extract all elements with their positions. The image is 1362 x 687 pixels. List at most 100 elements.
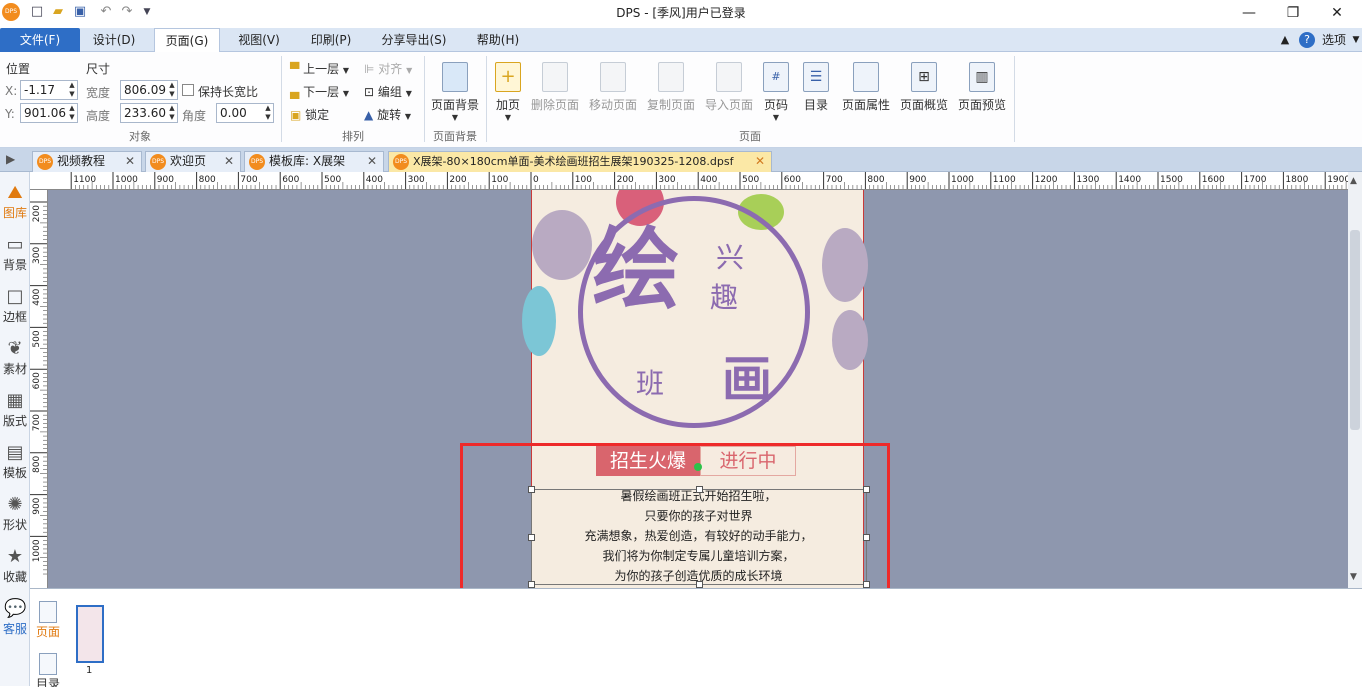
angle-value: 0.00 (220, 106, 247, 120)
group-label-page-background: 页面背景 (433, 130, 477, 143)
scroll-down-icon[interactable]: ▼ (1350, 572, 1357, 582)
tool-label: 形状 (2, 518, 27, 532)
x-value: -1.17 (24, 83, 56, 97)
rotate-button[interactable]: ▲ 旋转 ▼ (364, 106, 411, 123)
ruler-label: 500 (324, 175, 341, 185)
delete-page-button[interactable]: 删除页面 (528, 58, 582, 138)
move-up-button[interactable]: ▀ 上一层 ▼ (290, 60, 349, 77)
width-spinner-icon[interactable]: ▲ ▼ (167, 81, 177, 99)
toc-label: 目录 (803, 98, 828, 112)
help-icon[interactable]: ? (1299, 32, 1315, 48)
logo-char-hua: 画 (722, 351, 772, 409)
align-label: 对齐 (378, 62, 403, 76)
collapse-ribbon-icon[interactable]: ▲ (1276, 28, 1294, 52)
menu-print[interactable]: 印刷(P) (300, 28, 362, 52)
menu-file[interactable]: 文件(F) (0, 28, 80, 52)
tool-shape[interactable]: ✺ 形状 (0, 488, 30, 540)
tab-current-document[interactable]: DPS X展架-80×180cm单面-美术绘画班招生展架190325-1208.d… (388, 151, 772, 172)
close-tab-icon[interactable]: ✕ (224, 152, 234, 171)
align-button[interactable]: ⊫ 对齐 ▼ (364, 60, 412, 77)
group-button[interactable]: ⊡ 编组 ▼ (364, 83, 412, 100)
tool-template[interactable]: ▤ 模板 (0, 436, 30, 488)
ruler-label: 1500 (1160, 175, 1183, 185)
tab-pages-label: 页面 (35, 625, 60, 639)
tool-customer-service[interactable]: 💬 客服 (0, 592, 30, 644)
y-spinner-icon[interactable]: ▲ ▼ (67, 104, 77, 122)
vertical-scrollbar[interactable]: ▲ ▼ (1348, 172, 1362, 588)
height-spinner-icon[interactable]: ▲ ▼ (167, 104, 177, 122)
scroll-thumb[interactable] (1350, 230, 1360, 430)
tool-material[interactable]: ❦ 素材 (0, 332, 30, 384)
copy-page-label: 复制页面 (646, 98, 695, 112)
close-button[interactable]: ✕ (1314, 0, 1360, 26)
tool-favorites[interactable]: ★ 收藏 (0, 540, 30, 592)
page-background-button[interactable]: 页面背景 ▼ (428, 58, 482, 138)
page-overview-button[interactable]: ⊞ 页面概览 (896, 58, 952, 138)
close-tab-icon[interactable]: ✕ (755, 152, 765, 171)
menu-view[interactable]: 视图(V) (230, 28, 288, 52)
x-input[interactable]: -1.17 ▲ ▼ (20, 80, 78, 100)
panel-toggle-icon[interactable]: ▶ (6, 152, 15, 166)
x-label: X: (5, 84, 18, 98)
ruler-label: 1600 (1202, 175, 1225, 185)
restore-button[interactable]: ❐ (1270, 0, 1316, 26)
menu-page[interactable]: 页面(G) (154, 28, 220, 53)
menu-share[interactable]: 分享导出(S) (372, 28, 456, 52)
paint-splat (522, 286, 556, 356)
ruler-label: 800 (867, 175, 884, 185)
close-tab-icon[interactable]: ✕ (125, 152, 135, 171)
rotate-icon: ▲ (364, 108, 374, 122)
move-page-button[interactable]: 移动页面 (586, 58, 640, 138)
copy-page-button[interactable]: 复制页面 (644, 58, 698, 138)
ruler-label: 700 (826, 175, 843, 185)
add-page-button[interactable]: + 加页 ▼ (490, 58, 526, 138)
x-spinner-icon[interactable]: ▲ ▼ (67, 81, 77, 99)
window-title: DPS - [季风]用户已登录 (616, 6, 746, 20)
ruler-label: 500 (742, 175, 759, 185)
tab-template-library[interactable]: DPS 模板库: X展架 ✕ (244, 151, 384, 172)
keep-ratio-checkbox[interactable] (182, 84, 194, 96)
move-down-button[interactable]: ▄ 下一层 ▼ (290, 83, 349, 100)
tab-pages[interactable]: 页面 (34, 597, 62, 647)
angle-spinner-icon[interactable]: ▲ ▼ (263, 104, 273, 122)
angle-input[interactable]: 0.00 ▲ ▼ (216, 103, 274, 123)
delete-page-label: 删除页面 (530, 98, 579, 112)
logo-char-qu: 趣 (710, 281, 739, 314)
scroll-up-icon[interactable]: ▲ (1350, 176, 1357, 186)
page-properties-button[interactable]: 页面属性 (838, 58, 894, 138)
width-input[interactable]: 806.09 ▲ ▼ (120, 80, 178, 100)
ruler-label: 900 (909, 175, 926, 185)
height-input[interactable]: 233.60 ▲ ▼ (120, 103, 178, 123)
lock-button[interactable]: ▣ 锁定 (290, 106, 329, 123)
page-preview-button[interactable]: ▥ 页面预览 (954, 58, 1010, 138)
options-dropdown-icon[interactable]: ▼ (1350, 28, 1362, 52)
page-background-icon (442, 62, 468, 92)
y-input[interactable]: 901.06 ▲ ▼ (20, 103, 78, 123)
tab-welcome[interactable]: DPS 欢迎页 ✕ (145, 151, 241, 172)
menu-help[interactable]: 帮助(H) (466, 28, 530, 52)
menu-design[interactable]: 设计(D) (84, 28, 144, 52)
tool-background[interactable]: ▭ 背景 (0, 228, 30, 280)
height-value: 233.60 (124, 106, 166, 120)
minimize-button[interactable]: — (1226, 0, 1272, 26)
tab-video-tutorial[interactable]: DPS 视频教程 ✕ (32, 151, 142, 172)
tool-layout[interactable]: ▦ 版式 (0, 384, 30, 436)
tool-border[interactable]: □ 边框 (0, 280, 30, 332)
page-thumbnail[interactable] (76, 605, 104, 663)
close-tab-icon[interactable]: ✕ (367, 152, 377, 171)
ruler-label: 600 (282, 175, 299, 185)
gallery-icon: ⛰ (7, 182, 23, 203)
tab-toc[interactable]: 目录 (34, 651, 62, 687)
height-label: 高度 (86, 109, 111, 123)
import-page-button[interactable]: 导入页面 (702, 58, 756, 138)
tool-gallery[interactable]: ⛰ 图库 (0, 176, 30, 228)
highlight-box (460, 443, 890, 596)
page-properties-icon (853, 62, 879, 92)
menu-options[interactable]: 选项 (1318, 28, 1350, 52)
toc-button[interactable]: ☰ 目录 (798, 58, 834, 138)
ruler-label: 400 (700, 175, 717, 185)
width-value: 806.09 (124, 83, 166, 97)
ruler-label: 700 (240, 175, 257, 185)
page-background-label: 页面背景 (430, 98, 479, 112)
page-number-button[interactable]: # 页码 ▼ (760, 58, 792, 138)
